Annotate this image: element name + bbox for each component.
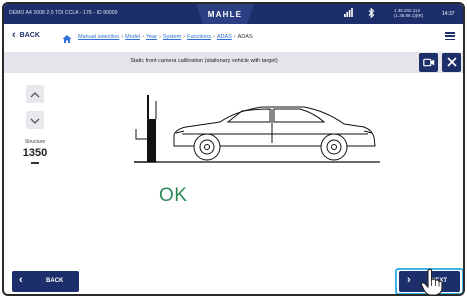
calibration-illustration [132,89,382,169]
back-label: BACK [46,278,64,284]
status-bar: DEMO A4 2008 2.0 TDI CCLA - 176 - ID 800… [4,4,463,24]
camera-button[interactable] [419,53,438,72]
hand-cursor-icon [420,268,444,296]
top-back-label: BACK [19,32,40,39]
title-bar: Static front camera calibration (station… [4,52,463,73]
structure-down-button[interactable] [26,111,44,129]
structure-up-button[interactable] [26,85,44,103]
chevron-left-icon: ‹ [12,29,16,41]
home-icon[interactable] [62,31,72,43]
structure-value: 1350 [22,147,48,159]
device-info: DEMO A4 2008 2.0 TDI CCLA - 176 - ID 800… [9,10,118,16]
menu-icon[interactable] [445,32,455,40]
nav-row: ‹ BACK Manual selection › Model › Year › Syste… [4,24,463,52]
structure-dash [31,162,39,164]
calibration-target-icon [134,95,157,163]
app-frame: DEMO A4 2008 2.0 TDI CCLA - 176 - ID 800… [2,2,465,296]
calibration-status: OK [159,185,188,206]
breadcrumb-system[interactable]: System [163,34,181,40]
close-button[interactable] [442,53,461,72]
car-icon [173,106,376,161]
mahle-logo: MAHLE [196,4,254,24]
clock: 14:37 [442,11,455,17]
chevron-down-icon [30,111,40,129]
page-title: Static front camera calibration (station… [130,58,278,64]
breadcrumb-year[interactable]: Year [146,34,157,40]
main-panel: Structure 1350 OK [4,73,463,267]
footer-bar: ‹ BACK › NEXT [4,267,463,294]
gateway-address: (1.36.96.1)(IR) [394,13,424,18]
top-back-button[interactable]: ‹ BACK [12,30,40,41]
breadcrumb-manual-selection[interactable]: Manual selection [78,34,119,40]
back-button[interactable]: ‹ BACK [12,271,79,292]
chevron-right-icon: › [407,274,411,286]
breadcrumb-current: ADAS [237,34,253,40]
network-info: 1.36.202.113 (1.36.96.1)(IR) [394,8,423,18]
camera-icon [422,54,435,72]
chevron-up-icon [30,85,40,103]
signal-icon [344,8,353,19]
breadcrumb-functions[interactable]: Functions [187,34,211,40]
structure-label: Structure [24,139,46,145]
breadcrumb-adas[interactable]: ADAS [217,34,232,40]
close-icon [446,54,457,72]
breadcrumb: Manual selection › Model › Year › System › Funct… [78,34,253,40]
breadcrumb-model[interactable]: Model [125,34,140,40]
bluetooth-icon [368,7,375,20]
chevron-left-icon: ‹ [19,274,23,286]
